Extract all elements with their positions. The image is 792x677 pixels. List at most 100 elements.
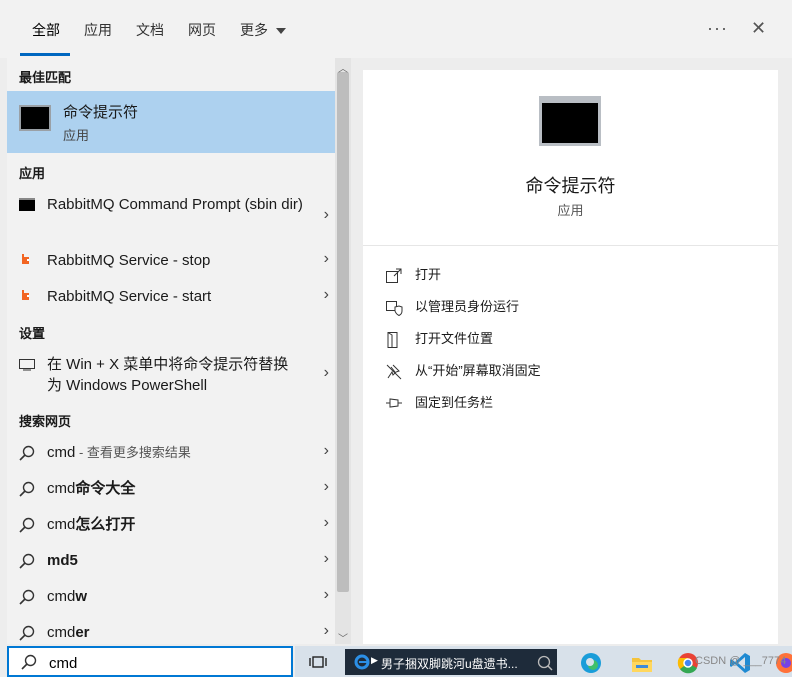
- search-icon: [19, 553, 35, 569]
- chevron-right-icon[interactable]: ›: [324, 206, 329, 224]
- tab-web[interactable]: 网页: [188, 20, 216, 40]
- list-item-label: cmdw: [47, 586, 87, 607]
- active-tab-indicator: [20, 53, 70, 56]
- open-icon: [386, 268, 402, 283]
- tab-apps[interactable]: 应用: [84, 20, 112, 40]
- list-item-web-cmd-howto-open[interactable]: cmd怎么打开 ›: [7, 514, 335, 538]
- list-item-label: cmd命令大全: [47, 478, 135, 499]
- divider: [363, 245, 778, 246]
- action-label: 打开: [415, 267, 442, 282]
- list-item-label: 在 Win + X 菜单中将命令提示符替换为 Windows PowerShel…: [47, 356, 289, 394]
- tab-more-label: 更多: [240, 22, 268, 38]
- search-icon: [19, 445, 35, 461]
- list-item-label: md5: [47, 550, 78, 571]
- detail-pane: 命令提示符 应用 打开 以管理员身份运行 打开文件位置 从“开始”屏幕取消固定 …: [363, 70, 778, 644]
- chevron-right-icon[interactable]: ›: [324, 550, 329, 568]
- scroll-down-icon[interactable]: ﹀: [338, 630, 348, 645]
- best-match-subtitle: 应用: [63, 128, 90, 143]
- action-label: 固定到任务栏: [415, 395, 494, 410]
- web-query-text: cmd: [47, 480, 76, 497]
- web-query-text: cmd: [47, 588, 76, 605]
- shield-icon: [386, 301, 403, 317]
- list-item-label: RabbitMQ Service - stop: [47, 252, 211, 269]
- chevron-right-icon[interactable]: ›: [324, 286, 329, 304]
- chevron-right-icon[interactable]: ›: [324, 442, 329, 460]
- command-prompt-large-icon: [539, 96, 601, 146]
- action-label: 从“开始”屏幕取消固定: [415, 363, 541, 378]
- results-list: 最佳匹配 命令提示符 应用 应用 RabbitMQ Command Prompt…: [7, 58, 335, 644]
- chevron-right-icon[interactable]: ›: [324, 364, 329, 382]
- search-icon[interactable]: [537, 655, 553, 671]
- web-query-suggestion: md5: [47, 552, 78, 569]
- search-input[interactable]: [47, 652, 281, 674]
- best-match-title: 命令提示符: [63, 104, 139, 121]
- action-label: 打开文件位置: [415, 331, 494, 346]
- rabbitmq-icon: [22, 254, 29, 264]
- web-query-text: cmd: [47, 624, 76, 641]
- file-explorer-icon[interactable]: [631, 654, 653, 674]
- web-query-suggestion: er: [75, 624, 90, 641]
- tab-all[interactable]: 全部: [32, 20, 60, 40]
- list-item-web-cmd[interactable]: cmd - 查看更多搜索结果 ›: [7, 442, 335, 466]
- more-options-button[interactable]: ···: [707, 18, 728, 39]
- search-icon: [21, 654, 37, 670]
- pin-taskbar-icon: [386, 398, 402, 408]
- tab-more[interactable]: 更多: [240, 20, 286, 40]
- chevron-down-icon: [275, 28, 286, 35]
- best-match-item[interactable]: 命令提示符 应用: [7, 91, 335, 153]
- file-location-icon: [387, 332, 398, 348]
- web-query-suggestion: 命令大全: [75, 480, 136, 497]
- web-query-suffix: - 查看更多搜索结果: [75, 445, 191, 460]
- list-item-label: cmder: [47, 622, 90, 643]
- list-item-powershell-setting[interactable]: 在 Win + X 菜单中将命令提示符替换为 Windows PowerShel…: [7, 354, 335, 398]
- taskbar: ▶ 男子捆双脚跳河u盘遗书... CSDN @ ___7774: [295, 646, 792, 677]
- chevron-right-icon[interactable]: ›: [324, 622, 329, 640]
- search-icon: [19, 625, 35, 641]
- list-item-rabbitmq-stop[interactable]: RabbitMQ Service - stop ›: [7, 250, 335, 274]
- taskbar-browser-news[interactable]: ▶ 男子捆双脚跳河u盘遗书...: [345, 649, 557, 675]
- list-item-label: cmd - 查看更多搜索结果: [47, 442, 191, 463]
- list-item-web-cmd-commands[interactable]: cmd命令大全 ›: [7, 478, 335, 502]
- list-item-rabbitmq-start[interactable]: RabbitMQ Service - start ›: [7, 286, 335, 310]
- chevron-right-icon[interactable]: ›: [324, 586, 329, 604]
- rabbitmq-icon: [22, 290, 29, 300]
- unpin-icon: [386, 364, 402, 380]
- list-item-label: cmd怎么打开: [47, 514, 135, 535]
- tab-documents[interactable]: 文档: [136, 20, 164, 40]
- web-query-suggestion: 怎么打开: [75, 516, 136, 533]
- list-item-label: RabbitMQ Command Prompt (sbin dir): [47, 196, 303, 213]
- web-search-header: 搜索网页: [19, 414, 72, 429]
- settings-header: 设置: [19, 326, 46, 341]
- chevron-right-icon[interactable]: ›: [324, 250, 329, 268]
- list-item-label: RabbitMQ Service - start: [47, 288, 212, 305]
- play-icon: ▶: [371, 655, 378, 665]
- best-match-header: 最佳匹配: [19, 70, 72, 85]
- web-query-suggestion: w: [75, 588, 88, 605]
- list-item-web-md5[interactable]: md5 ›: [7, 550, 335, 574]
- task-view-icon[interactable]: [309, 655, 327, 669]
- search-icon: [19, 517, 35, 533]
- web-query-text: cmd: [47, 516, 76, 533]
- chevron-right-icon[interactable]: ›: [324, 514, 329, 532]
- web-query-text: cmd: [47, 444, 76, 461]
- search-box[interactable]: [7, 646, 293, 677]
- chevron-right-icon[interactable]: ›: [324, 478, 329, 496]
- list-item-web-cmder[interactable]: cmder ›: [7, 622, 335, 644]
- list-item-web-cmdw[interactable]: cmdw ›: [7, 586, 335, 610]
- search-icon: [19, 481, 35, 497]
- detail-title: 命令提示符: [525, 176, 616, 196]
- search-tab-bar: 全部 应用 文档 网页 更多 ··· ✕: [0, 0, 792, 58]
- monitor-icon: [19, 359, 35, 371]
- watermark-text: CSDN @ ___7774: [695, 655, 787, 667]
- terminal-icon: [19, 198, 35, 211]
- command-prompt-icon: [19, 105, 51, 131]
- search-icon: [19, 589, 35, 605]
- apps-header: 应用: [19, 166, 46, 181]
- ie-icon: [354, 654, 370, 670]
- close-button[interactable]: ✕: [751, 18, 766, 39]
- list-item-rabbitmq-command-prompt[interactable]: RabbitMQ Command Prompt (sbin dir) ›: [7, 194, 335, 238]
- scroll-up-icon[interactable]: ︿: [338, 60, 348, 75]
- scrollbar-thumb[interactable]: [337, 72, 349, 592]
- detail-subtitle: 应用: [557, 203, 584, 218]
- edge-icon[interactable]: [580, 652, 602, 674]
